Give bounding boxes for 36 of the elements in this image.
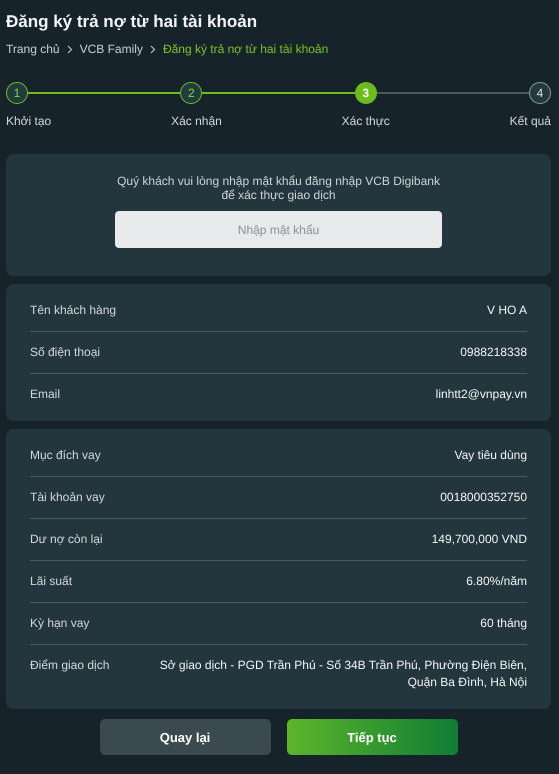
field-label: Tài khoản vay bbox=[30, 489, 105, 506]
field-label: Số điện thoại bbox=[30, 344, 100, 361]
field-value: 0988218338 bbox=[460, 344, 527, 361]
field-label: Dư nợ còn lại bbox=[30, 531, 103, 548]
step-label: Xác nhận bbox=[171, 114, 222, 128]
step-circle: 4 bbox=[528, 82, 551, 104]
back-button[interactable]: Quay lại bbox=[100, 719, 270, 755]
field-value: 60 tháng bbox=[480, 615, 527, 632]
field-label: Tên khách hàng bbox=[30, 302, 116, 319]
field-label: Điểm giao dịch bbox=[30, 657, 110, 674]
breadcrumb-link[interactable]: Trang chủ bbox=[6, 42, 60, 56]
step-label: Xác thực bbox=[342, 114, 390, 128]
continue-button[interactable]: Tiếp tục bbox=[286, 719, 458, 755]
field-value: 149,700,000 VND bbox=[432, 531, 527, 548]
field-value: Vay tiêu dùng bbox=[454, 447, 527, 464]
field-label: Lãi suất bbox=[30, 573, 72, 590]
instruction-text: Quý khách vui lòng nhập mật khẩu đăng nhập VCB Digibank để xác thực giao dịch bbox=[116, 174, 441, 202]
breadcrumb-current: Đăng ký trả nợ từ hai tài khoản bbox=[162, 42, 328, 56]
field-value: Sở giao dịch - PGD Trần Phú - Số 34B Trần Phú, Phường Điện Biên, Quận Ba Đình, Hà Nội bbox=[158, 657, 527, 691]
field-value: linhtt2@vnpay.vn bbox=[436, 386, 527, 403]
field-value: V HO A bbox=[486, 302, 527, 319]
field-label: Kỳ hạn vay bbox=[30, 615, 90, 632]
field-value: 0018000352750 bbox=[440, 489, 527, 506]
password-field[interactable]: Nhập mật khẩu bbox=[115, 211, 442, 248]
field-label: Email bbox=[30, 386, 60, 403]
step-label: Khởi tạo bbox=[6, 114, 52, 128]
page-title: Đăng ký trả nợ từ hai tài khoản bbox=[6, 12, 258, 32]
chevron-icon bbox=[66, 44, 73, 54]
field-value: 6.80%/năm bbox=[466, 573, 527, 590]
step-circle: 3 bbox=[354, 82, 377, 104]
breadcrumb-link[interactable]: VCB Family bbox=[80, 42, 143, 56]
step-circle: 2 bbox=[180, 82, 202, 104]
step-circle: 1 bbox=[6, 82, 28, 104]
field-label: Mục đích vay bbox=[30, 447, 101, 464]
step-label: Kết quả bbox=[510, 114, 551, 128]
chevron-icon bbox=[150, 44, 156, 54]
